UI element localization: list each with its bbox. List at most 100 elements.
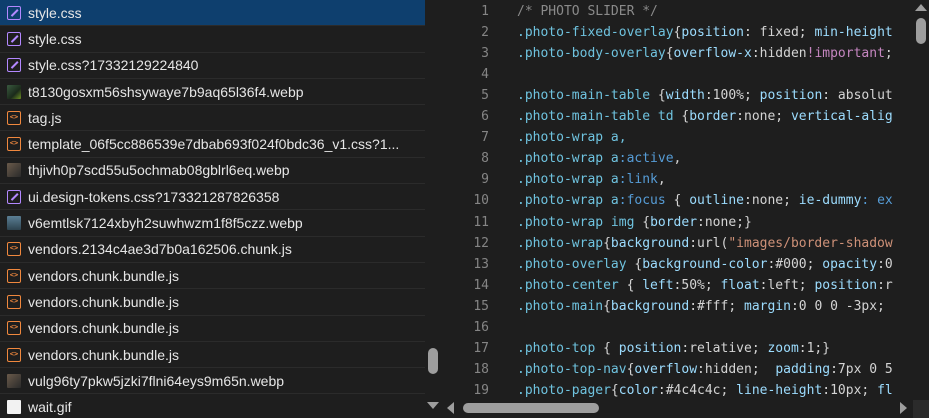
scroll-left-arrow-icon[interactable] [447, 402, 454, 414]
code-token: "images/border-shadow [728, 235, 893, 251]
scroll-right-arrow-icon[interactable] [900, 402, 907, 414]
code-token: background-color [642, 256, 768, 272]
code-token: :none; [736, 109, 791, 125]
code-token: { [603, 298, 611, 314]
code-token: :focus [618, 193, 666, 209]
file-list-item[interactable]: <> template_06f5cc886539e7dbab693f024f0bd… [0, 132, 425, 158]
js-file-icon: <> [7, 347, 21, 362]
file-list-scrollbar[interactable] [425, 0, 441, 418]
js-file-icon: <> [7, 294, 21, 309]
file-name-label: tag.js [28, 109, 62, 126]
line-number: 7 [481, 130, 489, 146]
line-number: 19 [473, 382, 489, 398]
code-text: .photo-wrap img {border:none;} [517, 215, 752, 230]
file-list-item[interactable]: style.css?17332129224840 [0, 53, 425, 79]
code-text: .photo-fixed-overlay{position: fixed; mi… [517, 25, 893, 40]
file-list-item[interactable]: <> vendors.chunk.bundle.js [0, 289, 425, 316]
line-number: 5 [481, 88, 489, 104]
code-token: /* PHOTO SLIDER */ [517, 4, 658, 19]
code-line: 9 .photo-wrap a:link, [441, 169, 913, 190]
line-number: 11 [473, 214, 489, 230]
file-list-panel: style.css style.css style.css?173321292248… [0, 0, 441, 418]
code-token: margin [744, 298, 791, 314]
code-horizontal-scroll-thumb[interactable] [463, 403, 599, 413]
code-token: :1;} [798, 340, 831, 356]
code-line: 16 [441, 317, 913, 338]
image-file-icon [7, 163, 21, 178]
file-list-item[interactable]: style.css [0, 0, 425, 27]
code-token: fixed [759, 25, 799, 41]
file-name-label: wait.gif [28, 399, 72, 416]
code-token: color [618, 382, 658, 398]
code-vertical-scroll-thumb[interactable] [916, 18, 926, 44]
code-line: 15 .photo-main{background:#fff; margin:0 … [441, 296, 913, 317]
file-list-item[interactable]: <> tag.js [0, 105, 425, 132]
file-list-item[interactable]: <> vendors.chunk.bundle.js [0, 342, 425, 369]
code-token: :hidden [751, 46, 807, 62]
scroll-up-arrow-icon[interactable] [915, 4, 927, 11]
code-token: .photo-wrap a, [517, 130, 627, 146]
code-token: .photo-main-table [517, 88, 658, 104]
file-list-item[interactable]: vulg96ty7pkw5jzki7flni64eys9m65n.webp [0, 368, 425, 395]
code-text: .photo-overlay {background-color:#000; o… [517, 257, 893, 272]
code-token: : ex [861, 193, 893, 209]
code-line: 4 [441, 64, 913, 85]
code-token: position [759, 88, 823, 104]
line-number: 1 [481, 4, 489, 19]
code-text: .photo-main-table td {border:none; verti… [517, 109, 893, 124]
line-number: 9 [481, 172, 489, 188]
code-token: padding [775, 361, 831, 377]
code-token: :left; [759, 277, 815, 293]
code-token: { [665, 193, 690, 209]
file-list-item[interactable]: <> vendors.chunk.bundle.js [0, 316, 425, 342]
line-number: 12 [473, 235, 489, 251]
file-list-item[interactable]: t8130gosxm56shsywaye7b9aq65l36f4.webp [0, 79, 425, 106]
file-list-item[interactable]: ui.design-tokens.css?173321287826358 [0, 184, 425, 211]
line-number: 8 [481, 151, 489, 167]
code-line: 19 .photo-pager{color:#4c4c4c; line-heigh… [441, 380, 913, 401]
code-line: 13 .photo-overlay {background-color:#000;… [441, 254, 913, 275]
code-token: { [642, 214, 651, 230]
code-token: position [814, 277, 878, 293]
code-text: .photo-body-overlay{overflow-x:hidden!im… [517, 46, 893, 61]
line-number: 13 [473, 256, 489, 272]
code-horizontal-scrollbar[interactable] [441, 400, 913, 418]
file-list-item[interactable]: <> vendors.2134c4ae3d7b0a162506.chunk.js [0, 237, 425, 263]
code-text: .photo-wrap a:focus { outline:none; ie-d… [517, 193, 893, 208]
code-editor[interactable]: 1 /* PHOTO SLIDER */ 2 .photo-fixed-overlay… [441, 0, 929, 418]
file-list-item[interactable]: style.css [0, 26, 425, 53]
code-token: !important [806, 46, 885, 62]
code-token: float [720, 277, 760, 293]
line-number: 17 [473, 340, 489, 356]
code-token: { [665, 46, 674, 62]
code-line: 14 .photo-center { left:50%; float:left; … [441, 275, 913, 296]
code-token: .photo-wrap a [517, 151, 619, 167]
code-vertical-scrollbar[interactable] [913, 0, 929, 400]
file-list-item[interactable]: thjivh0p7scd55u5ochmab08gblrl6eq.webp [0, 158, 425, 185]
code-token: .photo-main-table td [517, 109, 682, 125]
code-token: line-height [736, 382, 823, 398]
file-name-label: ui.design-tokens.css?173321287826358 [28, 188, 280, 205]
image-file-icon [7, 373, 21, 388]
code-token: opacity [822, 256, 878, 272]
file-list-item[interactable]: <> vendors.chunk.bundle.js [0, 263, 425, 290]
code-token: min-height [814, 25, 893, 41]
file-name-label: t8130gosxm56shsywaye7b9aq65l36f4.webp [28, 83, 304, 100]
css-file-icon [7, 189, 21, 204]
code-token: :#4c4c4c; [657, 382, 737, 398]
line-number: 6 [481, 109, 489, 125]
code-text: .photo-wrap a:link, [517, 172, 666, 187]
image-file-icon [7, 216, 21, 231]
file-list-scroll-thumb[interactable] [428, 348, 438, 374]
code-token: .photo-wrap img [517, 214, 643, 230]
file-list-item[interactable]: wait.gif [0, 395, 425, 418]
code-token: .photo-body-overlay [517, 46, 666, 62]
code-token: .photo-pager [517, 382, 611, 398]
file-list-item[interactable]: v6emtlsk7124xbyh2suwhwzm1f8f5czz.webp [0, 210, 425, 237]
image-file-icon [7, 84, 21, 99]
code-token: :none;} [697, 214, 752, 230]
scroll-down-arrow-icon[interactable] [427, 402, 439, 409]
code-line: 8 .photo-wrap a:active, [441, 148, 913, 169]
code-line: 5 .photo-main-table {width:100%; position… [441, 85, 913, 106]
code-line: 18 .photo-top-nav{overflow:hidden; paddin… [441, 359, 913, 380]
